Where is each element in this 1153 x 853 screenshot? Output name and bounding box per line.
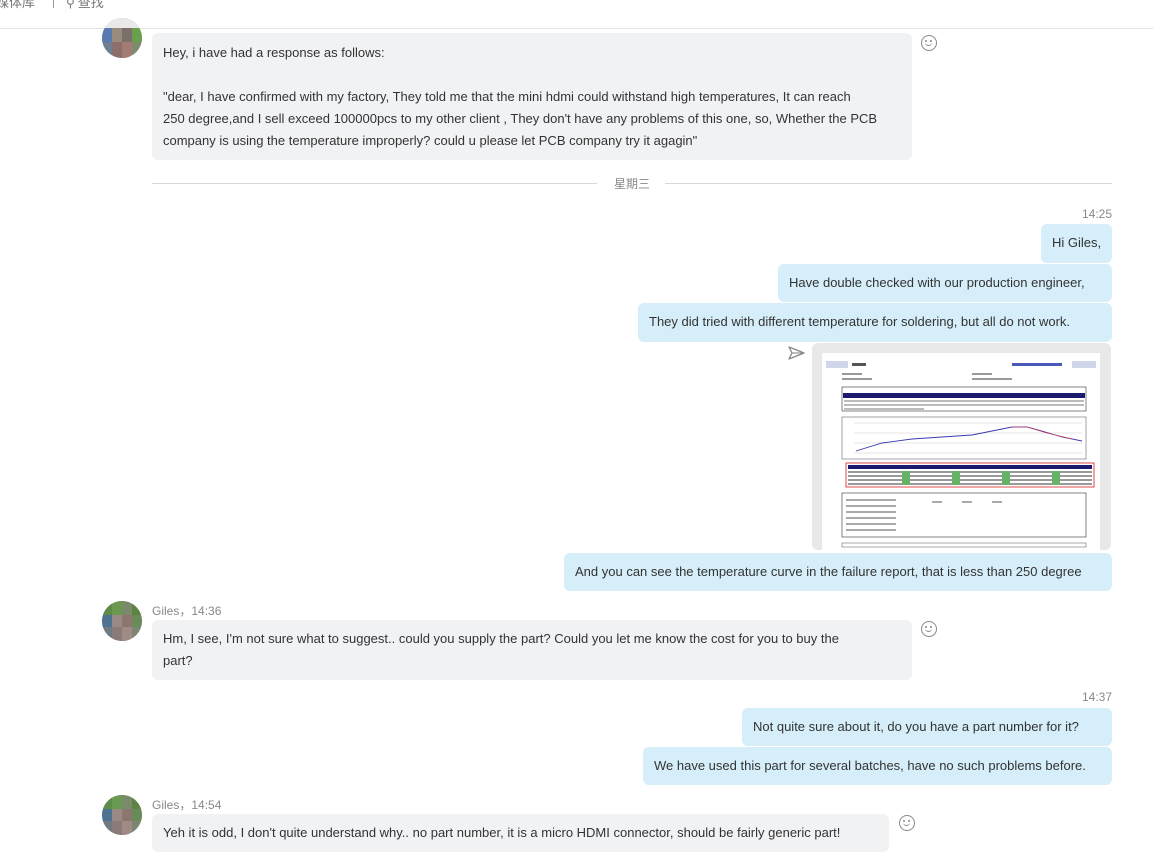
message-timestamp: 14:37: [1081, 690, 1112, 704]
media-library-button[interactable]: 媒体库: [0, 0, 35, 11]
outgoing-message[interactable]: Not quite sure about it, do you have a p…: [742, 708, 1112, 746]
search-icon: ⚲: [66, 0, 75, 10]
emoji-reaction-icon[interactable]: [921, 35, 937, 51]
day-divider: 星期三: [613, 177, 650, 191]
message-text: Hi Giles,: [1052, 235, 1102, 250]
message-text: company is using the temperature imprope…: [163, 133, 698, 148]
sender-name-time: Giles，14:36: [152, 604, 222, 618]
outgoing-message[interactable]: We have used this part for several batch…: [643, 747, 1112, 785]
avatar[interactable]: [102, 18, 142, 58]
message-timestamp: 14:25: [1081, 207, 1112, 221]
toolbar-separator: [53, 0, 54, 8]
incoming-message[interactable]: Hm, I see, I'm not sure what to suggest.…: [152, 620, 912, 680]
emoji-reaction-icon[interactable]: [921, 621, 937, 637]
incoming-message[interactable]: Yeh it is odd, I don't quite understand …: [152, 814, 889, 852]
message-text: And you can see the temperature curve in…: [575, 564, 1082, 579]
forward-icon[interactable]: [788, 346, 806, 360]
report-thumbnail: [822, 353, 1100, 550]
message-spacer: [163, 64, 901, 86]
outgoing-message[interactable]: They did tried with different temperatur…: [638, 303, 1112, 342]
avatar[interactable]: [102, 601, 142, 641]
emoji-reaction-icon[interactable]: [899, 815, 915, 831]
message-text: Have double checked with our production …: [789, 275, 1085, 290]
divider-line: [152, 183, 597, 184]
avatar[interactable]: [102, 795, 142, 835]
message-text: They did tried with different temperatur…: [649, 314, 1071, 329]
message-text: Yeh it is odd, I don't quite understand …: [163, 825, 841, 840]
top-toolbar: 媒体库 ⚲ 查找: [0, 0, 1153, 29]
outgoing-message[interactable]: And you can see the temperature curve in…: [564, 553, 1112, 591]
search-button[interactable]: ⚲ 查找: [66, 0, 104, 11]
message-text: Hm, I see, I'm not sure what to suggest.…: [163, 631, 839, 646]
message-text: We have used this part for several batch…: [654, 758, 1086, 773]
message-text: Hey, i have had a response as follows:: [163, 45, 385, 60]
image-attachment[interactable]: [812, 343, 1111, 550]
incoming-message[interactable]: Hey, i have had a response as follows: "…: [152, 33, 912, 160]
message-text: "dear, I have confirmed with my factory,…: [163, 89, 851, 104]
message-text: Not quite sure about it, do you have a p…: [753, 719, 1079, 734]
divider-line: [665, 183, 1112, 184]
sender-name-time: Giles，14:54: [152, 798, 222, 812]
message-text: part?: [163, 653, 193, 668]
message-text: 250 degree,and I sell exceed 100000pcs t…: [163, 111, 878, 126]
outgoing-message[interactable]: Have double checked with our production …: [778, 264, 1112, 302]
outgoing-message[interactable]: Hi Giles,: [1041, 224, 1112, 263]
report-thumbnail-graphic: [826, 361, 1096, 548]
